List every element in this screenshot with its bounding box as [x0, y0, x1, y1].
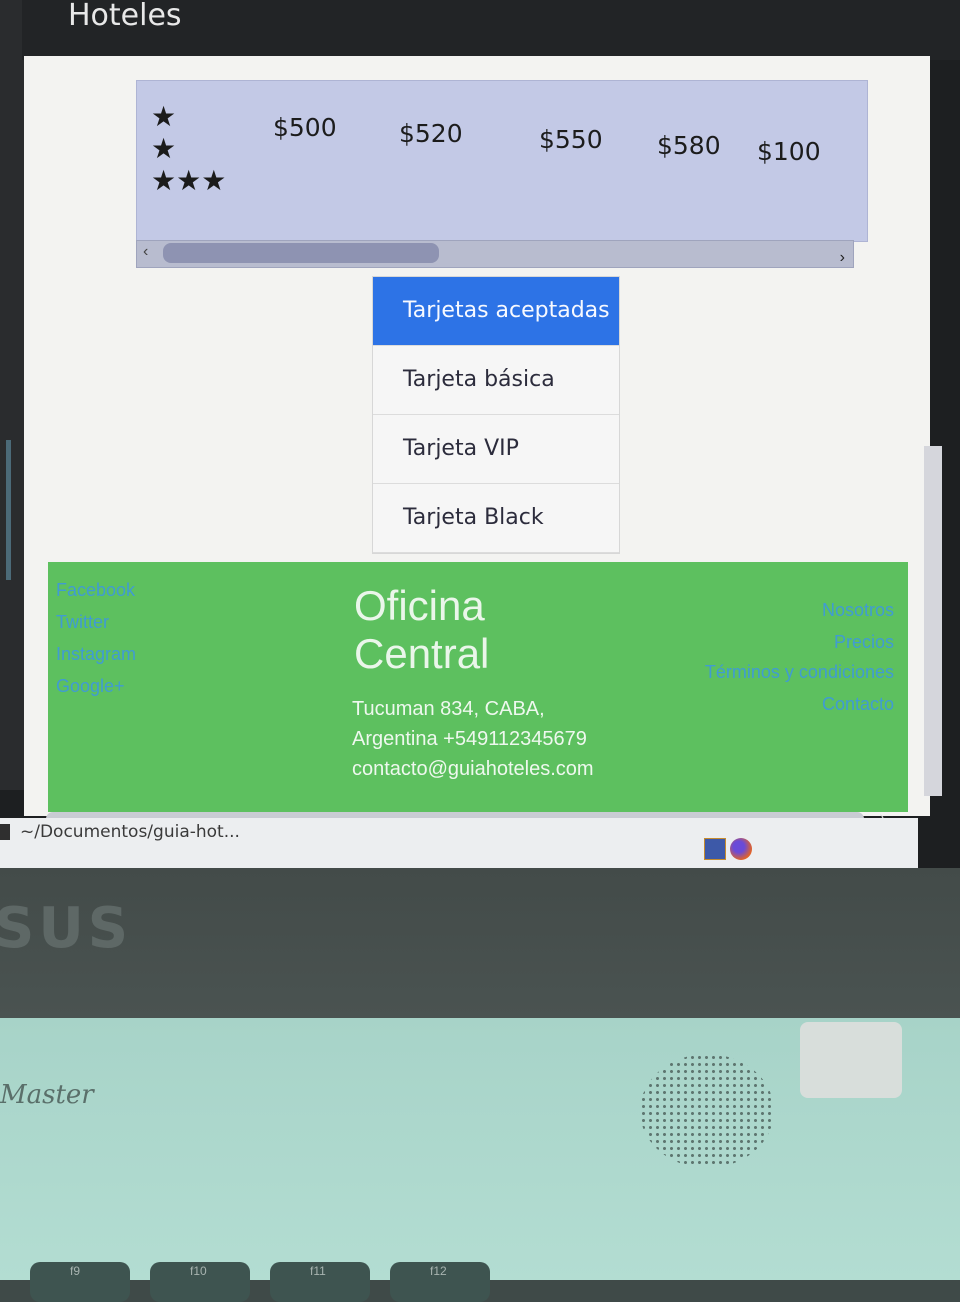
sublime-text-icon[interactable]	[704, 838, 726, 860]
star-row-3: ★★★	[151, 165, 227, 196]
footer-link-nosotros[interactable]: Nosotros	[822, 600, 894, 621]
taskbar-window-title[interactable]: ~/Documentos/guia-hot...	[20, 822, 240, 842]
star-row-2: ★	[151, 133, 177, 164]
navbar: Hoteles	[22, 0, 960, 60]
hinge	[800, 1022, 902, 1098]
price-cell: $550	[539, 125, 603, 154]
navbar-brand[interactable]: Hoteles	[68, 0, 182, 33]
instagram-link[interactable]: Instagram	[56, 644, 136, 665]
footer-link-precios[interactable]: Precios	[834, 632, 894, 653]
price-cell: $100	[757, 137, 821, 166]
accepted-cards-list: Tarjetas aceptadas Tarjeta básica Tarjet…	[372, 276, 620, 554]
footer-link-contacto[interactable]: Contacto	[822, 694, 894, 715]
page-vertical-scrollbar[interactable]	[924, 446, 942, 796]
list-item[interactable]: Tarjeta Black	[373, 484, 619, 553]
star-rating: ★ ★ ★★★	[151, 101, 226, 197]
key-f9[interactable]: f9	[30, 1262, 130, 1302]
price-cell: $580	[657, 131, 721, 160]
scroll-left-icon[interactable]: ‹	[143, 243, 148, 261]
google-plus-link[interactable]: Google+	[56, 676, 125, 697]
taskbar: ~/Documentos/guia-hot...	[0, 818, 918, 868]
facebook-link[interactable]: Facebook	[56, 580, 135, 601]
laptop-brand: Master	[0, 1080, 94, 1110]
left-panel-scroll[interactable]	[6, 440, 11, 580]
terminal-icon[interactable]	[0, 824, 10, 840]
scroll-right-icon[interactable]: ›	[840, 249, 845, 267]
table-horizontal-scrollbar[interactable]: ‹ ›	[136, 240, 854, 268]
footer-link-terminos[interactable]: Términos y condiciones	[705, 662, 894, 683]
firefox-icon[interactable]	[730, 838, 752, 860]
office-email[interactable]: contacto@guiahoteles.com	[352, 758, 594, 781]
office-address: Tucuman 834, CABA,	[352, 698, 545, 720]
key-f11[interactable]: f11	[270, 1262, 370, 1302]
office-title: Oficina Central	[354, 582, 490, 677]
laptop-bezel	[0, 868, 960, 1018]
twitter-link[interactable]: Twitter	[56, 612, 109, 633]
price-table: ★ ★ ★★★ $500 $520 $550 $580 $100	[136, 80, 868, 242]
list-item[interactable]: Tarjeta básica	[373, 346, 619, 415]
monitor-screen: Hoteles ★ ★ ★★★ $500 $520 $550 $580 $100…	[0, 0, 960, 868]
scrollbar-thumb[interactable]	[163, 243, 439, 263]
price-cell: $500	[273, 113, 337, 142]
star-row-1: ★	[151, 101, 177, 132]
laptop-logo: SUS	[0, 896, 133, 961]
page-content: ★ ★ ★★★ $500 $520 $550 $580 $100 ‹ › Tar…	[24, 56, 942, 816]
office-phone: Argentina +549112345679	[352, 728, 587, 750]
footer: Facebook Twitter Instagram Google+ Ofici…	[48, 562, 908, 812]
speaker-grille-icon	[640, 1054, 774, 1168]
key-f12[interactable]: f12	[390, 1262, 490, 1302]
key-f10[interactable]: f10	[150, 1262, 250, 1302]
list-item-header[interactable]: Tarjetas aceptadas	[373, 277, 619, 346]
list-item[interactable]: Tarjeta VIP	[373, 415, 619, 484]
price-cell: $520	[399, 119, 463, 148]
